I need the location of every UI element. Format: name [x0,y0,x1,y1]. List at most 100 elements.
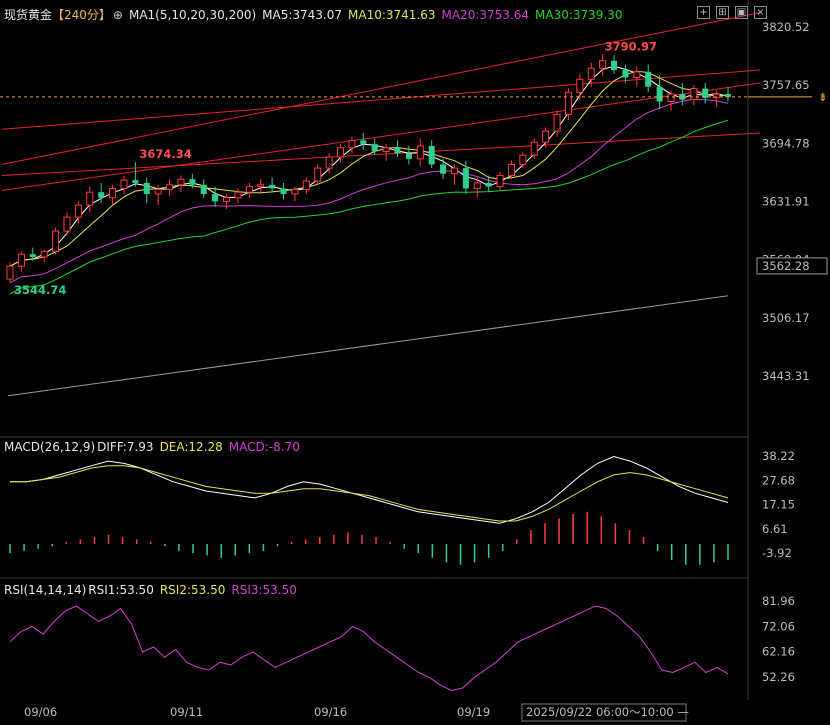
candle-body [507,163,515,177]
candle-body [416,145,424,160]
chart-canvas: ⇟ 3790.97 3674.34 3544.74 3820.52 3757.65 369… [0,0,828,722]
crosshair-icon[interactable]: + [697,6,710,19]
ma5-line [9,65,729,267]
macd-dea: DEA:12.28 [159,440,223,454]
candle-body [337,147,345,158]
rsi-params: RSI(14,14,14) [4,583,87,597]
ma30-value: MA30:3739.30 [535,8,623,22]
candle-body [633,71,641,78]
candle-body [280,188,287,195]
candle-body [405,153,412,159]
price-axis-label: 3757.65 [762,78,810,92]
period-label[interactable]: 【240分】 [52,8,111,22]
main-header: 现货黄金【240分】 ⊕ MA1(5,10,20,30,200) MA5:3743.0… [4,6,629,23]
macd-params: MACD(26,12,9) [4,440,96,454]
rsi-axis-label: 81.96 [762,594,795,608]
price-arrow-icon: ⇟ [818,90,828,104]
candle-body [212,194,219,202]
macd-diff: DIFF:7.93 [97,440,154,454]
price-axis-label: 3631.91 [762,195,810,209]
instrument-name[interactable]: 现货黄金 [4,8,52,22]
candle-body [519,154,527,165]
price-axis-label: 3820.52 [762,20,810,34]
channel-line [1,12,761,165]
candle-body [6,265,14,280]
channel-line [1,132,761,177]
candle-body [269,184,276,189]
split-icon[interactable]: ⊞ [716,6,729,19]
candle-body [553,113,561,132]
ma10-value: MA10:3741.63 [348,8,436,22]
candle-body [120,179,128,189]
candle-body [371,144,378,152]
candle-body [29,254,36,257]
date-label: 09/19 [457,705,490,719]
candle-body [564,91,572,115]
candle-body [485,182,492,187]
candle-body [450,167,458,175]
candle-body [530,141,538,156]
rsi-axis-label: 62.16 [762,645,795,659]
candle-body [360,140,367,145]
rsi-line [9,605,729,692]
candle-body [645,71,652,87]
candle-body [394,147,401,154]
macd-axis-label: 17.15 [762,498,795,512]
mid-marker-label: 3674.34 [139,147,191,161]
date-label: 09/16 [314,705,347,719]
rsi2-value: RSI2:53.50 [159,583,226,597]
candle-body [74,204,82,218]
image-icon[interactable]: ▣ [735,6,748,19]
candle-body [154,188,162,195]
close-icon[interactable]: × [754,6,767,19]
ma30-line [9,119,729,295]
candle-body [86,191,94,206]
macd-axis-label: 38.22 [762,449,795,463]
candle-body [257,184,265,188]
macd-macd: MACD:-8.70 [228,440,300,454]
candle-body [314,167,322,182]
candle-body [611,60,618,71]
candle-body [40,250,48,258]
ma200-line [7,295,729,397]
candle-body [166,184,174,190]
macd-axis-label: -3.92 [762,546,792,560]
candle-body [223,197,231,202]
rsi-axis-label: 72.06 [762,619,795,633]
candle-body [440,164,447,174]
candle-body [52,230,60,252]
macd-axis-label: 6.61 [762,522,788,536]
rsi3-value: RSI3:53.50 [231,583,297,597]
high-marker-label: 3790.97 [605,39,657,53]
price-axis-label: 3506.17 [762,311,810,325]
candle-body [542,130,550,143]
candle-body [98,192,105,198]
cursor-time-label: 2025/09/22 06:00～10:00 — [526,705,689,719]
candle-body [63,216,71,232]
candle-body [234,191,242,199]
candle-body [325,156,333,169]
candle-body [109,187,117,199]
candle-body [462,168,469,189]
candle-body [473,182,481,189]
candle-body [291,188,299,195]
candle-body [189,179,196,185]
rsi-axis-label: 52.26 [762,670,795,684]
candle-body [200,184,207,195]
channel-line [1,82,761,191]
candle-body [428,145,435,165]
macd-diff-line [10,455,729,524]
candle-body [587,67,595,80]
zoom-in-icon[interactable]: ⊕ [113,8,123,22]
candle-body [348,139,356,149]
rsi1-value: RSI1:53.50 [88,583,154,597]
candle-body [177,178,185,186]
candle-body [302,180,310,190]
ma5-value: MA5:3743.07 [262,8,343,22]
candle-body [132,180,139,183]
price-axis-label: 3694.78 [762,136,810,150]
date-label: 09/11 [170,705,203,719]
candle-body [690,88,698,101]
macd-header: MACD(26,12,9) DIFF:7.93 DEA:12.28 MACD:-8.7… [4,440,306,454]
candle-body [599,60,607,69]
